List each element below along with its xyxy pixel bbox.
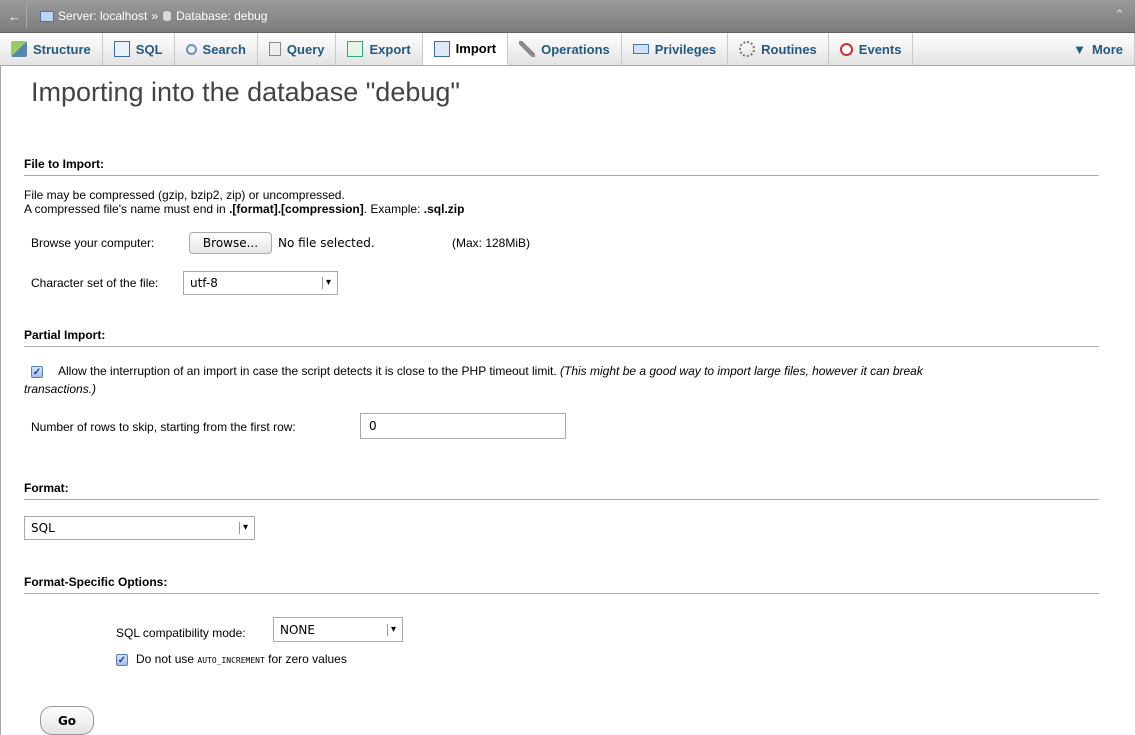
skip-rows-input[interactable]: 0: [360, 413, 566, 439]
tab-label: SQL: [135, 41, 163, 57]
triangle-down-icon: ▼: [1073, 41, 1086, 57]
format-options-heading: Format-Specific Options:: [24, 575, 1099, 594]
tab-structure[interactable]: Structure: [0, 33, 103, 65]
example-mid: . Example:: [363, 202, 424, 216]
auto-increment-label: Do not use AUTO_INCREMENT for zero value…: [136, 652, 347, 666]
compat-mode-value: NONE: [280, 622, 315, 637]
tab-label: Structure: [33, 41, 91, 57]
collapse-icon[interactable]: ⌃: [1114, 7, 1125, 23]
privileges-icon: [632, 44, 649, 54]
allow-interrupt-note: (This might be a good way to import larg…: [560, 364, 923, 378]
tab-search[interactable]: Search: [175, 33, 258, 65]
tab-label: Privileges: [654, 41, 717, 57]
routines-icon: [739, 41, 756, 57]
tab-label: Import: [455, 41, 497, 56]
search-icon: [185, 43, 197, 55]
tab-more[interactable]: ▼ More: [1062, 33, 1135, 65]
back-arrow-icon[interactable]: ←: [8, 9, 21, 24]
import-icon: [433, 40, 450, 57]
tab-export[interactable]: Export: [336, 33, 423, 65]
auto-inc-suffix: for zero values: [264, 652, 347, 666]
browse-label: Browse your computer:: [31, 236, 155, 250]
tab-import[interactable]: Import: [422, 33, 509, 65]
database-icon: [162, 10, 173, 22]
allow-interrupt-label: Allow the interruption of an import in c…: [58, 364, 1118, 378]
tab-label: Events: [858, 41, 902, 57]
tab-label: Operations: [541, 41, 610, 57]
tab-sql[interactable]: SQL: [103, 33, 175, 65]
skip-rows-label: Number of rows to skip, starting from th…: [31, 420, 296, 434]
auto-increment-checkbox[interactable]: ✓: [116, 654, 128, 666]
charset-value: utf-8: [190, 276, 218, 290]
charset-label: Character set of the file:: [31, 276, 159, 290]
tab-label: Query: [286, 41, 325, 57]
allow-interrupt-note-2: transactions.): [24, 382, 97, 396]
file-import-heading: File to Import:: [24, 157, 1099, 176]
query-icon: [268, 42, 281, 56]
breadcrumb-server[interactable]: Server: localhost: [58, 9, 147, 23]
format-heading: Format:: [24, 481, 1099, 500]
max-size: (Max: 128MiB): [452, 236, 531, 250]
export-icon: [347, 41, 364, 57]
allow-interrupt-checkbox[interactable]: ✓: [31, 366, 43, 378]
compression-example: A compressed file's name must end in .[f…: [24, 202, 464, 216]
example-file: .sql.zip: [423, 202, 465, 216]
breadcrumb-database[interactable]: Database: debug: [176, 9, 267, 23]
no-file-selected: No file selected.: [278, 236, 375, 250]
top-navigation-bar: ← Server: localhost » Database: debug ⌃: [0, 0, 1135, 33]
browse-button[interactable]: Browse...: [189, 232, 272, 254]
tab-operations[interactable]: Operations: [508, 33, 622, 65]
server-icon: [40, 10, 54, 22]
left-border: [0, 66, 1, 735]
compression-note: File may be compressed (gzip, bzip2, zip…: [24, 188, 345, 202]
example-format: .[format].[compression]: [229, 202, 364, 216]
breadcrumb-separator: »: [151, 9, 159, 23]
tab-events[interactable]: Events: [829, 33, 914, 65]
events-icon: [839, 42, 853, 56]
tab-routines[interactable]: Routines: [728, 33, 829, 65]
page-title: Importing into the database "debug": [31, 77, 460, 107]
divider: [26, 5, 27, 28]
format-select[interactable]: SQL ▾: [24, 516, 255, 540]
compat-mode-select[interactable]: NONE ▾: [273, 617, 403, 642]
compat-mode-label: SQL compatibility mode:: [116, 626, 246, 640]
example-prefix: A compressed file's name must end in: [24, 202, 230, 216]
auto-inc-code: AUTO_INCREMENT: [197, 656, 265, 665]
go-button[interactable]: Go: [40, 706, 94, 735]
format-value: SQL: [31, 521, 55, 535]
structure-icon: [11, 41, 27, 57]
breadcrumb: Server: localhost » Database: debug: [40, 9, 267, 23]
tab-label: Search: [202, 41, 246, 57]
chevron-down-icon: ▾: [321, 277, 331, 289]
allow-interrupt-note-cont: transactions.): [24, 382, 96, 396]
tab-label: Export: [369, 41, 411, 57]
charset-select[interactable]: utf-8 ▾: [183, 271, 338, 295]
tab-query[interactable]: Query: [258, 33, 337, 65]
operations-icon: [519, 41, 536, 57]
tab-label: More: [1091, 41, 1123, 57]
main-tabs: Structure SQL Search Query Export Import…: [0, 33, 1135, 66]
chevron-down-icon: ▾: [386, 623, 396, 636]
partial-import-heading: Partial Import:: [24, 328, 1099, 347]
auto-inc-prefix: Do not use: [136, 652, 198, 666]
tab-privileges[interactable]: Privileges: [622, 33, 729, 65]
allow-interrupt-text: Allow the interruption of an import in c…: [58, 364, 557, 378]
sql-icon: [113, 41, 130, 57]
chevron-down-icon: ▾: [238, 522, 248, 534]
tab-label: Routines: [761, 41, 817, 57]
